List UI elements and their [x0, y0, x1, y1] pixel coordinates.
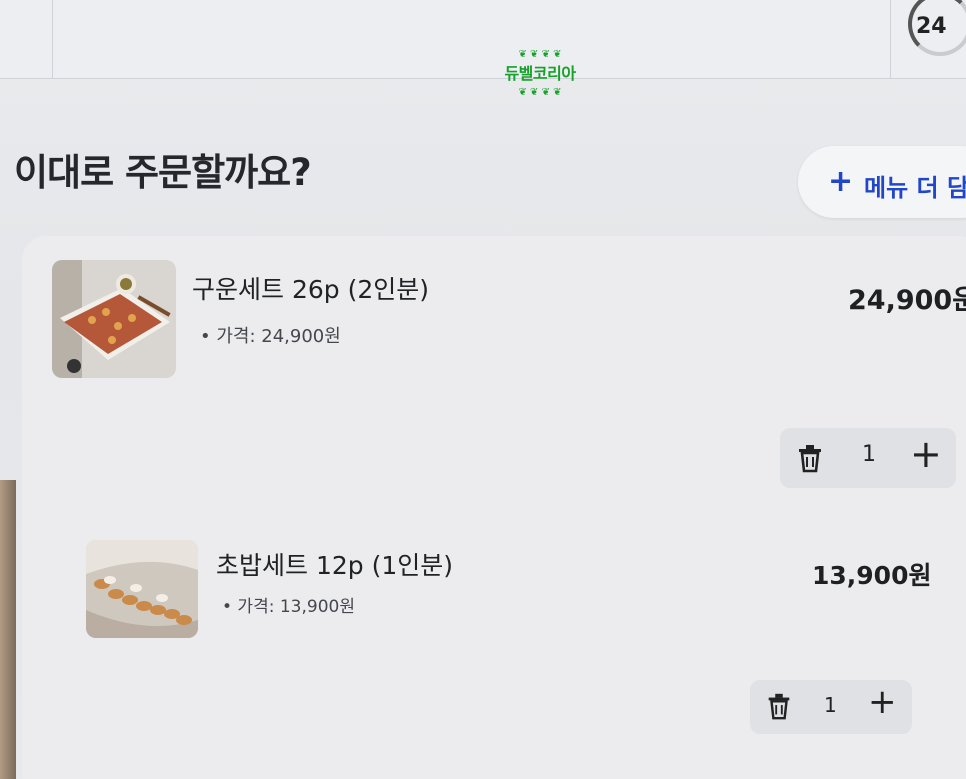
add-more-menu-label: 메뉴 더 담	[864, 174, 966, 202]
increase-quantity-button[interactable]: +	[910, 432, 942, 476]
page-title: 이대로 주문할까요?	[14, 151, 312, 194]
trash-icon[interactable]	[794, 442, 826, 474]
item-total: 24,900운	[848, 285, 966, 316]
item-name: 구운세트 26p (2인분)	[192, 275, 429, 304]
item-image-sushi-set	[86, 540, 198, 638]
item-price-line: • 가격: 24,900원	[200, 326, 341, 347]
item-name: 초밥세트 12p (1인분)	[216, 551, 453, 580]
quantity-value: 1	[824, 693, 837, 717]
quantity-stepper: 1 +	[780, 428, 956, 488]
quantity-value: 1	[862, 442, 876, 467]
plus-icon: +	[828, 164, 854, 199]
top-bar-divider	[890, 0, 891, 78]
item-image-grilled-set	[52, 260, 176, 378]
add-more-menu-button[interactable]: + 메뉴 더 담	[798, 146, 966, 218]
increase-quantity-button[interactable]: +	[868, 682, 897, 722]
kiosk-screen: 24 ❦ ❦ ❦ ❦ 듀벨코리아 ❦ ❦ ❦ ❦ 이대로 주문할까요? + 메뉴…	[0, 0, 966, 779]
trash-icon[interactable]	[764, 691, 794, 721]
countdown-timer: 24	[894, 0, 966, 68]
timer-value: 24	[916, 14, 947, 39]
watermark: ❦ ❦ ❦ ❦ 듀벨코리아 ❦ ❦ ❦ ❦	[485, 44, 595, 102]
ornament-top-icon: ❦ ❦ ❦ ❦	[518, 49, 562, 60]
ornament-bottom-icon: ❦ ❦ ❦ ❦	[518, 87, 562, 98]
quantity-stepper: 1 +	[750, 680, 912, 734]
item-price-line: • 가격: 13,900원	[222, 597, 355, 617]
item-total: 13,900원	[812, 561, 932, 590]
watermark-text: 듀벨코리아	[504, 64, 576, 83]
top-bar: 24	[0, 0, 966, 79]
device-bezel	[0, 480, 16, 779]
top-bar-divider	[52, 0, 53, 78]
